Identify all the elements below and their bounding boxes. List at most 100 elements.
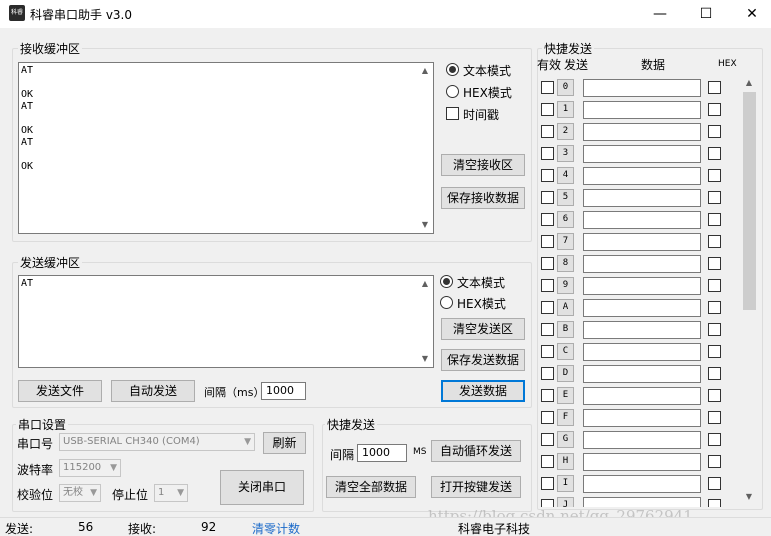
row-data-input[interactable]: [583, 255, 701, 273]
row-enable-checkbox[interactable]: [541, 103, 554, 116]
row-hex-checkbox[interactable]: [708, 257, 721, 270]
row-hex-checkbox[interactable]: [708, 213, 721, 226]
row-hex-checkbox[interactable]: [708, 191, 721, 204]
row-enable-checkbox[interactable]: [541, 301, 554, 314]
row-data-input[interactable]: [583, 321, 701, 339]
row-send-button[interactable]: 1: [557, 101, 574, 118]
row-hex-checkbox[interactable]: [708, 323, 721, 336]
quick-list-scroll-down-icon[interactable]: ▼: [742, 490, 756, 504]
row-enable-checkbox[interactable]: [541, 279, 554, 292]
row-data-input[interactable]: [583, 343, 701, 361]
quick-send-row: 4: [540, 165, 740, 187]
row-hex-checkbox[interactable]: [708, 169, 721, 182]
recv-count-label: 接收:: [128, 522, 157, 536]
row-enable-checkbox[interactable]: [541, 411, 554, 424]
row-data-input[interactable]: [583, 233, 701, 251]
row-data-input[interactable]: [583, 453, 701, 471]
row-enable-checkbox[interactable]: [541, 191, 554, 204]
quick-list-scroll-thumb[interactable]: [743, 92, 756, 310]
row-data-input[interactable]: [583, 497, 701, 507]
row-data-input[interactable]: [583, 145, 701, 163]
sent-count-label: 发送:: [5, 522, 34, 536]
row-hex-checkbox[interactable]: [708, 103, 721, 116]
quick-send-row: 7: [540, 231, 740, 253]
quick-send-row: 6: [540, 209, 740, 231]
quick-send-row: F: [540, 407, 740, 429]
row-data-input[interactable]: [583, 409, 701, 427]
row-data-input[interactable]: [583, 79, 701, 97]
row-send-button[interactable]: I: [557, 475, 574, 492]
row-send-button[interactable]: B: [557, 321, 574, 338]
row-send-button[interactable]: 2: [557, 123, 574, 140]
row-enable-checkbox[interactable]: [541, 499, 554, 507]
row-send-button[interactable]: F: [557, 409, 574, 426]
row-data-input[interactable]: [583, 365, 701, 383]
row-hex-checkbox[interactable]: [708, 345, 721, 358]
status-bar: [0, 517, 771, 536]
row-hex-checkbox[interactable]: [708, 301, 721, 314]
row-hex-checkbox[interactable]: [708, 235, 721, 248]
row-send-button[interactable]: G: [557, 431, 574, 448]
row-enable-checkbox[interactable]: [541, 345, 554, 358]
row-hex-checkbox[interactable]: [708, 279, 721, 292]
row-send-button[interactable]: J: [557, 497, 574, 507]
row-send-button[interactable]: 3: [557, 145, 574, 162]
row-enable-checkbox[interactable]: [541, 389, 554, 402]
row-hex-checkbox[interactable]: [708, 411, 721, 424]
row-enable-checkbox[interactable]: [541, 169, 554, 182]
row-send-button[interactable]: A: [557, 299, 574, 316]
row-data-input[interactable]: [583, 475, 701, 493]
quick-send-row: 8: [540, 253, 740, 275]
reset-count-link[interactable]: 清零计数: [252, 520, 300, 536]
row-data-input[interactable]: [583, 431, 701, 449]
row-hex-checkbox[interactable]: [708, 125, 721, 138]
row-send-button[interactable]: 9: [557, 277, 574, 294]
row-hex-checkbox[interactable]: [708, 367, 721, 380]
row-hex-checkbox[interactable]: [708, 81, 721, 94]
row-data-input[interactable]: [583, 387, 701, 405]
row-send-button[interactable]: 5: [557, 189, 574, 206]
quick-send-row: B: [540, 319, 740, 341]
row-hex-checkbox[interactable]: [708, 477, 721, 490]
row-enable-checkbox[interactable]: [541, 455, 554, 468]
row-send-button[interactable]: 4: [557, 167, 574, 184]
row-hex-checkbox[interactable]: [708, 389, 721, 402]
row-enable-checkbox[interactable]: [541, 257, 554, 270]
row-send-button[interactable]: 0: [557, 79, 574, 96]
row-send-button[interactable]: D: [557, 365, 574, 382]
row-data-input[interactable]: [583, 211, 701, 229]
row-send-button[interactable]: 8: [557, 255, 574, 272]
row-hex-checkbox[interactable]: [708, 499, 721, 507]
row-data-input[interactable]: [583, 167, 701, 185]
row-enable-checkbox[interactable]: [541, 367, 554, 380]
sent-count-value: 56: [78, 520, 94, 534]
quick-send-row: 9: [540, 275, 740, 297]
row-hex-checkbox[interactable]: [708, 147, 721, 160]
row-data-input[interactable]: [583, 299, 701, 317]
row-data-input[interactable]: [583, 189, 701, 207]
quick-list-scroll-up-icon[interactable]: ▲: [742, 76, 756, 90]
row-enable-checkbox[interactable]: [541, 235, 554, 248]
row-enable-checkbox[interactable]: [541, 213, 554, 226]
quick-send-row: 2: [540, 121, 740, 143]
row-enable-checkbox[interactable]: [541, 125, 554, 138]
row-enable-checkbox[interactable]: [541, 477, 554, 490]
quick-send-row: C: [540, 341, 740, 363]
row-data-input[interactable]: [583, 277, 701, 295]
row-send-button[interactable]: 7: [557, 233, 574, 250]
row-hex-checkbox[interactable]: [708, 433, 721, 446]
row-enable-checkbox[interactable]: [541, 81, 554, 94]
quick-send-row: I: [540, 473, 740, 495]
row-send-button[interactable]: 6: [557, 211, 574, 228]
row-enable-checkbox[interactable]: [541, 323, 554, 336]
row-enable-checkbox[interactable]: [541, 147, 554, 160]
row-send-button[interactable]: H: [557, 453, 574, 470]
row-enable-checkbox[interactable]: [541, 433, 554, 446]
quick-send-row: H: [540, 451, 740, 473]
row-send-button[interactable]: C: [557, 343, 574, 360]
row-data-input[interactable]: [583, 101, 701, 119]
row-send-button[interactable]: E: [557, 387, 574, 404]
quick-send-rows: 0 1 2 3 4 5 6 7 8 9 ABCDEFGHIJ: [0, 0, 771, 507]
row-hex-checkbox[interactable]: [708, 455, 721, 468]
row-data-input[interactable]: [583, 123, 701, 141]
